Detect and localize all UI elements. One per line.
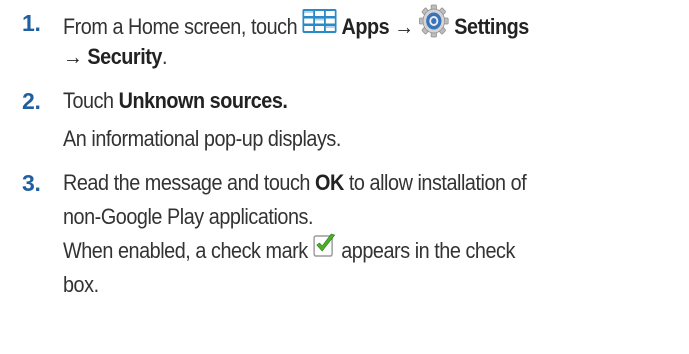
ok-label: OK [315,170,344,195]
arrow-separator: → [389,13,419,39]
step-line: From a Home screen, touch Apps → Setting… [63,4,612,43]
step-text: From a Home screen, touch [63,13,303,39]
step-number: 1. [22,10,41,36]
step-line: non-Google Play applications. [63,200,612,234]
step-number: 2. [22,88,41,114]
settings-gear-icon [419,4,450,48]
step-number: 3. [22,170,41,196]
step-text: . [161,44,168,69]
step-body: Touch Unknown sources. An informational … [63,84,612,156]
step-text: non-Google Play applications. [63,204,314,229]
step-line: → Security. [63,40,612,74]
security-label: Security [87,44,162,69]
unknown-sources-label: Unknown sources. [118,88,288,113]
step-result-text: When enabled, a check mark [63,238,313,263]
step-body: From a Home screen, touch Apps → Setting… [63,4,612,74]
step-result-text: An informational pop-up displays. [63,126,341,151]
apps-grid-icon [302,9,337,43]
step-result: An informational pop-up displays. [63,122,612,156]
step-line: Touch Unknown sources. [63,84,612,118]
instruction-document: 1. From a Home screen, touch Apps → Sett… [0,0,689,354]
step-result: box. [63,268,612,302]
step-result-text: box. [63,272,99,297]
step-text: to allow installation of [343,170,527,195]
apps-label: Apps [341,13,390,39]
settings-label: Settings [454,13,529,39]
check-mark-icon [312,233,336,267]
arrow-separator: → [63,44,88,69]
step-line: Read the message and touch OK to allow i… [63,166,612,200]
step-body: Read the message and touch OK to allow i… [63,166,612,302]
step-result: When enabled, a check mark appears in th… [63,233,612,268]
step-text: Read the message and touch [63,170,316,195]
step-result-text: appears in the check [336,238,515,263]
step-text: Touch [63,88,119,113]
